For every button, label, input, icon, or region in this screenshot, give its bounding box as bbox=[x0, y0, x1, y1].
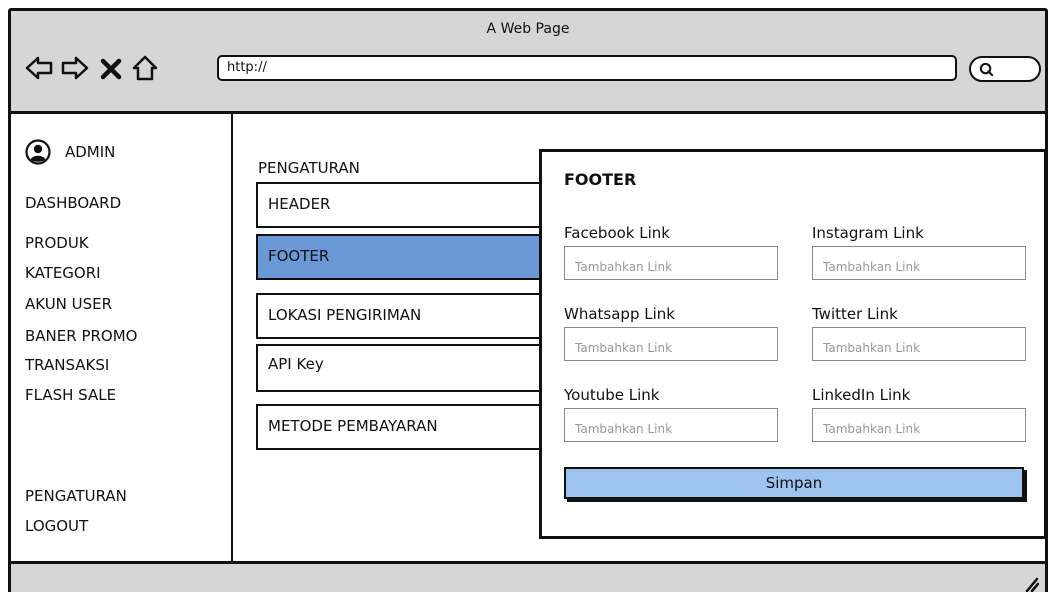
settings-menu-metode-pembayaran[interactable]: METODE PEMBAYARAN bbox=[256, 404, 556, 450]
instagram-link-label: Instagram Link bbox=[812, 224, 924, 242]
save-button[interactable]: Simpan bbox=[564, 467, 1024, 499]
user-avatar-icon bbox=[25, 139, 51, 165]
youtube-link-label: Youtube Link bbox=[564, 386, 660, 404]
forward-arrow-icon[interactable] bbox=[61, 54, 89, 82]
sidebar-item-logout[interactable]: LOGOUT bbox=[25, 517, 88, 535]
sidebar-item-baner-promo[interactable]: BANER PROMO bbox=[25, 327, 137, 345]
sidebar-item-produk[interactable]: PRODUK bbox=[25, 234, 89, 252]
instagram-link-input[interactable] bbox=[812, 246, 1026, 280]
resize-grip-icon[interactable] bbox=[1021, 574, 1040, 592]
twitter-link-input[interactable] bbox=[812, 327, 1026, 361]
settings-menu-header[interactable]: HEADER bbox=[256, 182, 556, 228]
sidebar-item-kategori[interactable]: KATEGORI bbox=[25, 264, 101, 282]
browser-toolbar: A Web Page http:// bbox=[11, 11, 1045, 114]
facebook-link-label: Facebook Link bbox=[564, 224, 670, 242]
browser-window: A Web Page http:// ADMIN DASHBOARD PRODU… bbox=[8, 8, 1048, 592]
facebook-link-input[interactable] bbox=[564, 246, 778, 280]
admin-profile[interactable]: ADMIN bbox=[25, 139, 115, 165]
linkedin-link-input[interactable] bbox=[812, 408, 1026, 442]
home-icon[interactable] bbox=[131, 54, 159, 82]
back-arrow-icon[interactable] bbox=[25, 54, 53, 82]
sidebar-item-akun-user[interactable]: AKUN USER bbox=[25, 295, 112, 313]
youtube-link-input[interactable] bbox=[564, 408, 778, 442]
close-icon[interactable] bbox=[99, 54, 123, 82]
admin-label: ADMIN bbox=[65, 143, 116, 161]
sidebar-item-flash-sale[interactable]: FLASH SALE bbox=[25, 386, 116, 404]
url-input[interactable]: http:// bbox=[217, 55, 957, 81]
search-icon bbox=[979, 62, 994, 77]
twitter-link-label: Twitter Link bbox=[812, 305, 898, 323]
sidebar-item-transaksi[interactable]: TRANSAKSI bbox=[25, 356, 109, 374]
linkedin-link-label: LinkedIn Link bbox=[812, 386, 911, 404]
whatsapp-link-label: Whatsapp Link bbox=[564, 305, 675, 323]
panel-title: FOOTER bbox=[564, 170, 637, 189]
browser-search-box[interactable] bbox=[969, 56, 1041, 82]
footer-settings-panel: FOOTER Facebook Link Instagram Link What… bbox=[539, 149, 1047, 539]
sidebar: ADMIN DASHBOARD PRODUK KATEGORI AKUN USE… bbox=[11, 114, 233, 561]
sidebar-item-dashboard[interactable]: DASHBOARD bbox=[25, 194, 121, 212]
settings-menu-lokasi-pengiriman[interactable]: LOKASI PENGIRIMAN bbox=[256, 293, 556, 339]
sidebar-item-pengaturan[interactable]: PENGATURAN bbox=[25, 487, 127, 505]
settings-menu-footer[interactable]: FOOTER bbox=[256, 234, 556, 280]
settings-menu-api-key[interactable]: API Key bbox=[256, 344, 556, 392]
page-title: PENGATURAN bbox=[258, 159, 360, 177]
window-title: A Web Page bbox=[486, 21, 570, 37]
whatsapp-link-input[interactable] bbox=[564, 327, 778, 361]
status-bar bbox=[11, 561, 1045, 592]
